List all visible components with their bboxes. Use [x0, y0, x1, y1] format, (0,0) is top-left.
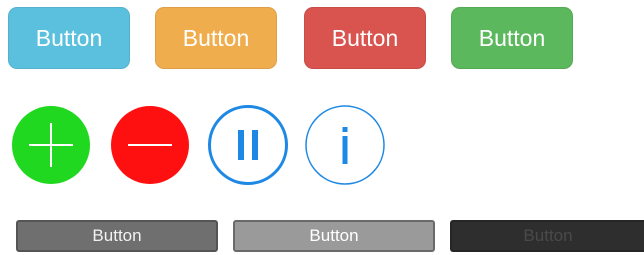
pause-icon	[208, 105, 288, 185]
normal-bar-button[interactable]: Button	[16, 220, 218, 252]
danger-button[interactable]: Button	[304, 7, 426, 69]
info-circle-button[interactable]	[304, 104, 386, 186]
highlighted-bar-button[interactable]: Button	[233, 220, 435, 252]
info-button[interactable]: Button	[8, 7, 130, 69]
plus-icon	[12, 106, 90, 184]
info-icon	[305, 105, 385, 185]
disabled-bar-button: Button	[450, 220, 644, 252]
add-button[interactable]	[10, 104, 92, 186]
button-gallery: Button Button Button Button Button Butto…	[0, 0, 644, 255]
minus-icon	[111, 106, 189, 184]
remove-button[interactable]	[109, 104, 191, 186]
success-button[interactable]: Button	[451, 7, 573, 69]
warning-button[interactable]: Button	[155, 7, 277, 69]
pause-button[interactable]	[207, 104, 289, 186]
